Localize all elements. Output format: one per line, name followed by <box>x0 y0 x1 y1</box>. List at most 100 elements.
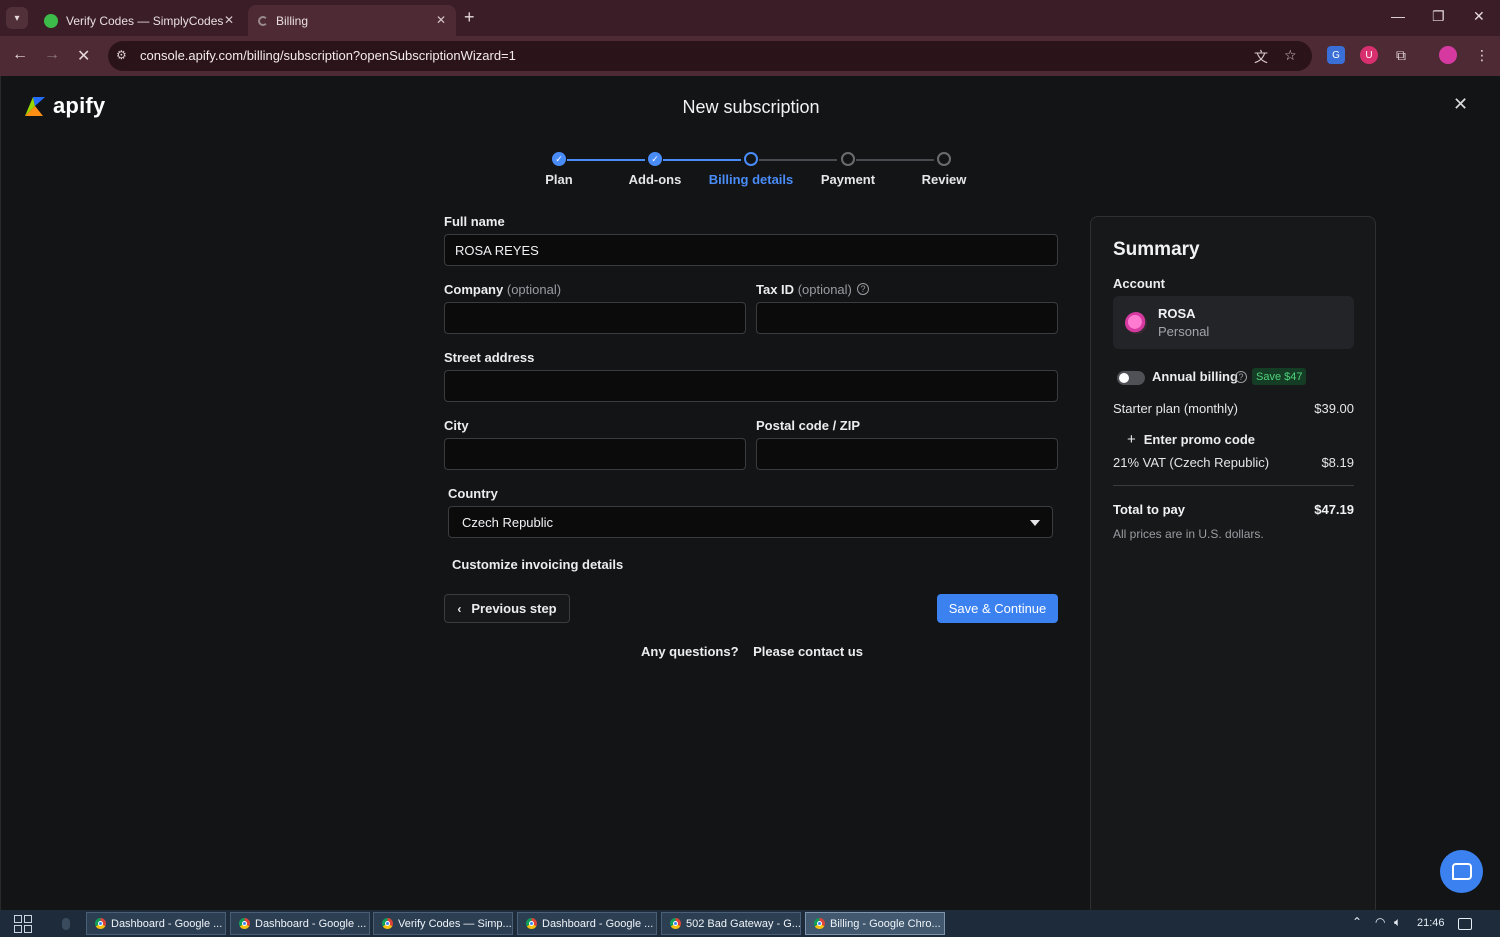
avatar <box>1125 312 1147 334</box>
customize-invoicing-link[interactable]: Customize invoicing details <box>452 557 623 572</box>
loading-favicon-icon <box>258 15 268 26</box>
step-label: Payment <box>820 172 876 187</box>
tab-title: Verify Codes — SimplyCodes <box>66 13 224 28</box>
tax-id-label: Tax ID (optional) <box>756 282 852 297</box>
account-type: Personal <box>1158 324 1210 339</box>
back-arrow-icon[interactable]: ← <box>12 46 28 64</box>
step-add-ons[interactable]: ✓ Add-ons <box>605 152 705 187</box>
step-label: Plan <box>545 172 573 187</box>
url-text[interactable]: console.apify.com/billing/subscription?o… <box>140 48 516 63</box>
tab-billing[interactable]: Billing ✕ <box>248 5 456 36</box>
extensions-puzzle-icon[interactable]: ⧉ <box>1392 46 1410 64</box>
translate-icon[interactable]: 文 <box>1254 47 1268 67</box>
step-billing-details[interactable]: Billing details <box>701 152 801 187</box>
volume-icon[interactable]: 🔈︎ <box>1394 915 1401 930</box>
chat-icon <box>1451 863 1472 880</box>
taskbar-item-label: Dashboard - Google ... <box>111 917 223 930</box>
step-plan[interactable]: ✓ Plan <box>509 152 609 187</box>
save-continue-button[interactable]: Save & Continue <box>937 594 1058 623</box>
country-select[interactable]: Czech Republic <box>448 506 1053 538</box>
forward-arrow-icon[interactable]: → <box>44 46 60 64</box>
tab-search-button[interactable]: ▾ <box>6 7 28 29</box>
chevron-up-icon[interactable]: ⌃ <box>1352 915 1362 929</box>
tab-verify-codes[interactable]: Verify Codes — SimplyCodes ✕ <box>34 5 244 36</box>
apify-console-page: apify New subscription ✕ ✓ Plan ✓ Add-on… <box>0 76 1500 916</box>
full-name-input[interactable]: ROSA REYES <box>444 234 1058 266</box>
plan-label: Starter plan (monthly) <box>1113 401 1238 416</box>
profile-avatar[interactable] <box>1439 46 1457 64</box>
minimize-icon[interactable]: — <box>1391 8 1405 24</box>
promo-label: Enter promo code <box>1143 432 1256 447</box>
close-icon[interactable]: ✕ <box>224 13 234 27</box>
site-info-icon[interactable]: ⚙ <box>116 48 127 62</box>
vat-row: 21% VAT (Czech Republic) $8.19 <box>1113 455 1354 470</box>
taskbar-item[interactable]: Dashboard - Google ... <box>230 912 370 935</box>
questions-text: Any questions? <box>641 644 739 659</box>
plus-icon: + <box>1127 431 1136 448</box>
window-close-icon[interactable]: ✕ <box>1473 8 1485 25</box>
total-label: Total to pay <box>1113 502 1185 517</box>
taskbar-item-active[interactable]: Billing - Google Chro... <box>805 912 945 935</box>
company-label-text: Company <box>444 282 504 297</box>
restore-icon[interactable]: ❐ <box>1432 8 1445 25</box>
step-review: Review <box>894 152 994 187</box>
page-title: New subscription <box>682 97 820 117</box>
country-label: Country <box>448 486 498 501</box>
chrome-icon <box>95 918 106 929</box>
chrome-icon <box>526 918 537 929</box>
start-grid-icon[interactable] <box>14 915 32 933</box>
chrome-icon <box>382 918 393 929</box>
account-label: Account <box>1113 276 1165 291</box>
taskbar-item[interactable]: Dashboard - Google ... <box>86 912 226 935</box>
address-bar[interactable]: ⚙ console.apify.com/billing/subscription… <box>108 41 1312 71</box>
street-address-input[interactable] <box>444 370 1058 402</box>
bookmark-star-icon[interactable]: ☆ <box>1284 47 1297 64</box>
company-input[interactable] <box>444 302 746 334</box>
taskbar-item-label: Dashboard - Google ... <box>542 917 654 930</box>
previous-step-button[interactable]: ‹ Previous step <box>444 594 570 623</box>
taskbar-item[interactable]: Dashboard - Google ... <box>517 912 657 935</box>
taskbar-item[interactable]: Verify Codes — Simp... <box>373 912 513 935</box>
promo-code-button[interactable]: + Enter promo code <box>1127 431 1255 448</box>
chrome-icon <box>670 918 681 929</box>
close-icon[interactable]: ✕ <box>1453 94 1468 115</box>
previous-step-label: Previous step <box>471 601 557 616</box>
country-selected-value: Czech Republic <box>462 514 554 530</box>
contact-line: Any questions? Please contact us <box>641 644 863 659</box>
total-price: $47.19 <box>1314 502 1354 517</box>
shield-extension-icon[interactable]: U <box>1360 46 1378 64</box>
notifications-icon[interactable] <box>1458 918 1472 930</box>
account-card: ROSA Personal <box>1113 296 1354 349</box>
vat-price: $8.19 <box>1321 455 1354 470</box>
city-input[interactable] <box>444 438 746 470</box>
divider <box>1113 485 1354 486</box>
wifi-icon[interactable]: ◠ <box>1375 915 1385 929</box>
chrome-icon <box>814 918 825 929</box>
translate-extension-icon[interactable]: G <box>1327 46 1345 64</box>
info-icon[interactable]: ? <box>857 283 869 295</box>
summary-title: Summary <box>1113 239 1200 260</box>
annual-billing-label: Annual billing <box>1152 369 1238 384</box>
microphone-icon[interactable] <box>62 918 70 930</box>
tax-id-input[interactable] <box>756 302 1058 334</box>
taskbar-item[interactable]: 502 Bad Gateway - G... <box>661 912 801 935</box>
chat-support-button[interactable] <box>1440 850 1483 893</box>
full-name-label: Full name <box>444 214 505 229</box>
step-label: Billing details <box>708 172 794 187</box>
info-icon[interactable]: ? <box>1235 371 1247 383</box>
tab-title: Billing <box>276 13 309 28</box>
save-badge: Save $47 <box>1252 368 1307 385</box>
new-tab-plus-icon[interactable]: + <box>464 7 475 28</box>
total-row: Total to pay $47.19 <box>1113 502 1354 517</box>
company-label: Company (optional) <box>444 282 561 297</box>
annual-billing-toggle[interactable] <box>1117 371 1145 385</box>
pending-step-indicator <box>841 152 855 166</box>
close-icon[interactable]: ✕ <box>436 13 446 27</box>
contact-us-link[interactable]: Please contact us <box>753 644 863 659</box>
stop-loading-icon[interactable]: ✕ <box>77 46 90 66</box>
clock[interactable]: 21:46 <box>1417 917 1445 929</box>
postal-code-input[interactable] <box>756 438 1058 470</box>
account-name: ROSA <box>1158 306 1196 321</box>
more-menu-icon[interactable]: ⋮ <box>1473 46 1491 64</box>
chevron-left-icon: ‹ <box>457 601 462 616</box>
